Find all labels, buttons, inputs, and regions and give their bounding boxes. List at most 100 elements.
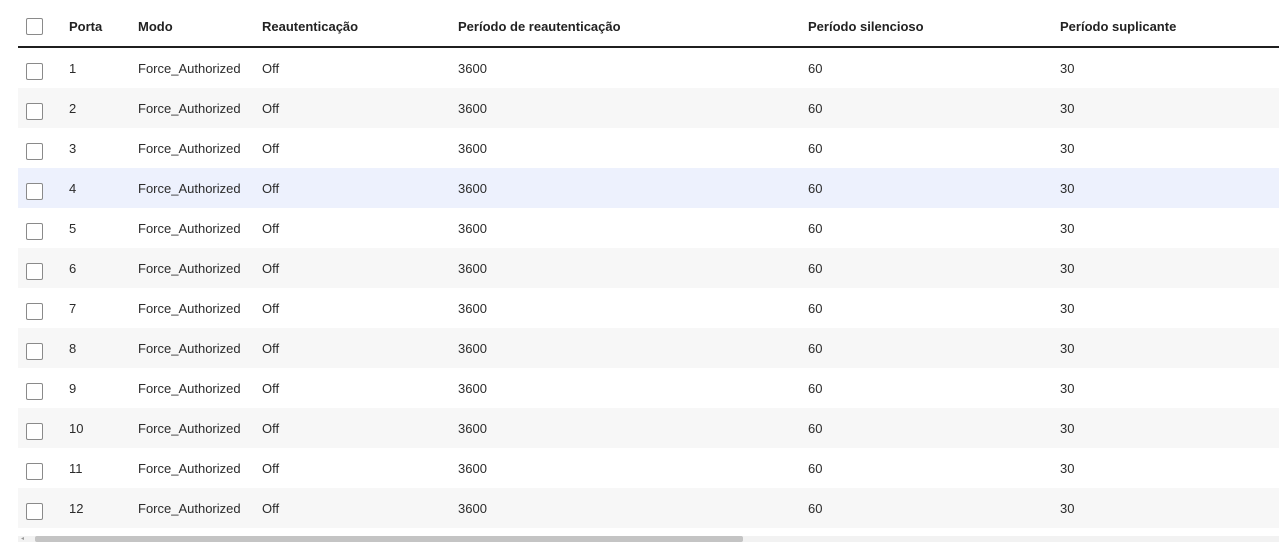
supplicant-period-cell: 30	[1060, 220, 1075, 236]
quiet-period-cell: 60	[808, 460, 823, 476]
row-select-cell	[18, 57, 69, 80]
supplicant-period-cell: 30	[1060, 420, 1075, 436]
mode-cell: Force_Authorized	[138, 420, 241, 436]
quiet-period-cell: 60	[808, 220, 823, 236]
quiet-period-cell: 60	[808, 140, 823, 156]
row-checkbox[interactable]	[26, 422, 43, 440]
table-header: Porta Modo Reautenticação Período de rea…	[18, 6, 1279, 48]
table-row[interactable]: 10 Force_Authorized Off 3600 60 30	[18, 408, 1279, 448]
supplicant-period-cell: 30	[1060, 100, 1075, 116]
mode-cell: Force_Authorized	[138, 100, 241, 116]
row-checkbox[interactable]	[26, 262, 43, 280]
mode-cell: Force_Authorized	[138, 60, 241, 76]
header-mode[interactable]: Modo	[138, 19, 262, 34]
port-cell: 3	[69, 140, 77, 156]
reauth-cell: Off	[262, 300, 280, 316]
mode-cell: Force_Authorized	[138, 300, 241, 316]
table-row[interactable]: 5 Force_Authorized Off 3600 60 30	[18, 208, 1279, 248]
table-row[interactable]: 8 Force_Authorized Off 3600 60 30	[18, 328, 1279, 368]
quiet-period-cell: 60	[808, 260, 823, 276]
port-cell: 4	[69, 180, 77, 196]
reauth-cell: Off	[262, 220, 280, 236]
table-row[interactable]: 2 Force_Authorized Off 3600 60 30	[18, 88, 1279, 128]
row-select-cell	[18, 177, 69, 200]
reauth-cell: Off	[262, 140, 280, 156]
port-cell: 5	[69, 220, 77, 236]
header-port[interactable]: Porta	[69, 19, 138, 34]
row-select-cell	[18, 497, 69, 520]
reauth-period-cell: 3600	[458, 460, 487, 476]
table-row[interactable]: 1 Force_Authorized Off 3600 60 30	[18, 48, 1279, 88]
select-all-cell	[18, 17, 69, 35]
table-row[interactable]: 12 Force_Authorized Off 3600 60 30	[18, 488, 1279, 528]
port-cell: 1	[69, 60, 77, 76]
table-row[interactable]: 6 Force_Authorized Off 3600 60 30	[18, 248, 1279, 288]
quiet-period-cell: 60	[808, 180, 823, 196]
port-cell: 9	[69, 380, 77, 396]
table-row[interactable]: 9 Force_Authorized Off 3600 60 30	[18, 368, 1279, 408]
row-select-cell	[18, 137, 69, 160]
row-checkbox[interactable]	[26, 502, 43, 520]
reauth-cell: Off	[262, 180, 280, 196]
header-quiet-period[interactable]: Período silencioso	[808, 19, 1060, 34]
mode-cell: Force_Authorized	[138, 260, 241, 276]
table-row[interactable]: 11 Force_Authorized Off 3600 60 30	[18, 448, 1279, 488]
reauth-period-cell: 3600	[458, 340, 487, 356]
row-select-cell	[18, 297, 69, 320]
header-supplicant-period[interactable]: Período suplicante	[1060, 19, 1279, 34]
port-auth-table: Porta Modo Reautenticação Período de rea…	[18, 6, 1279, 528]
header-reauth-period[interactable]: Período de reautenticação	[458, 19, 808, 34]
port-cell: 8	[69, 340, 77, 356]
quiet-period-cell: 60	[808, 60, 823, 76]
row-checkbox[interactable]	[26, 222, 43, 240]
select-all-checkbox[interactable]	[26, 17, 43, 35]
supplicant-period-cell: 30	[1060, 460, 1075, 476]
table-row[interactable]: 3 Force_Authorized Off 3600 60 30	[18, 128, 1279, 168]
reauth-period-cell: 3600	[458, 60, 487, 76]
row-select-cell	[18, 457, 69, 480]
mode-cell: Force_Authorized	[138, 140, 241, 156]
port-cell: 2	[69, 100, 77, 116]
row-checkbox[interactable]	[26, 382, 43, 400]
quiet-period-cell: 60	[808, 340, 823, 356]
row-checkbox[interactable]	[26, 342, 43, 360]
mode-cell: Force_Authorized	[138, 500, 241, 516]
row-select-cell	[18, 257, 69, 280]
row-checkbox[interactable]	[26, 182, 43, 200]
mode-cell: Force_Authorized	[138, 460, 241, 476]
row-select-cell	[18, 217, 69, 240]
reauth-period-cell: 3600	[458, 180, 487, 196]
mode-cell: Force_Authorized	[138, 340, 241, 356]
row-checkbox[interactable]	[26, 462, 43, 480]
row-select-cell	[18, 417, 69, 440]
reauth-cell: Off	[262, 380, 280, 396]
quiet-period-cell: 60	[808, 380, 823, 396]
port-cell: 7	[69, 300, 77, 316]
quiet-period-cell: 60	[808, 420, 823, 436]
reauth-cell: Off	[262, 100, 280, 116]
supplicant-period-cell: 30	[1060, 380, 1075, 396]
supplicant-period-cell: 30	[1060, 180, 1075, 196]
table-row[interactable]: 7 Force_Authorized Off 3600 60 30	[18, 288, 1279, 328]
horizontal-scrollbar[interactable]: ◂	[18, 536, 1279, 542]
supplicant-period-cell: 30	[1060, 140, 1075, 156]
mode-cell: Force_Authorized	[138, 380, 241, 396]
reauth-period-cell: 3600	[458, 420, 487, 436]
scroll-left-icon[interactable]: ◂	[21, 536, 27, 542]
table-row[interactable]: 4 Force_Authorized Off 3600 60 30	[18, 168, 1279, 208]
row-checkbox[interactable]	[26, 62, 43, 80]
row-checkbox[interactable]	[26, 102, 43, 120]
row-select-cell	[18, 97, 69, 120]
reauth-cell: Off	[262, 340, 280, 356]
reauth-cell: Off	[262, 260, 280, 276]
port-cell: 10	[69, 420, 84, 436]
reauth-cell: Off	[262, 420, 280, 436]
quiet-period-cell: 60	[808, 500, 823, 516]
port-cell: 6	[69, 260, 77, 276]
scrollbar-thumb[interactable]	[35, 536, 743, 542]
reauth-period-cell: 3600	[458, 500, 487, 516]
row-checkbox[interactable]	[26, 302, 43, 320]
row-checkbox[interactable]	[26, 142, 43, 160]
supplicant-period-cell: 30	[1060, 500, 1075, 516]
header-reauth[interactable]: Reautenticação	[262, 19, 458, 34]
